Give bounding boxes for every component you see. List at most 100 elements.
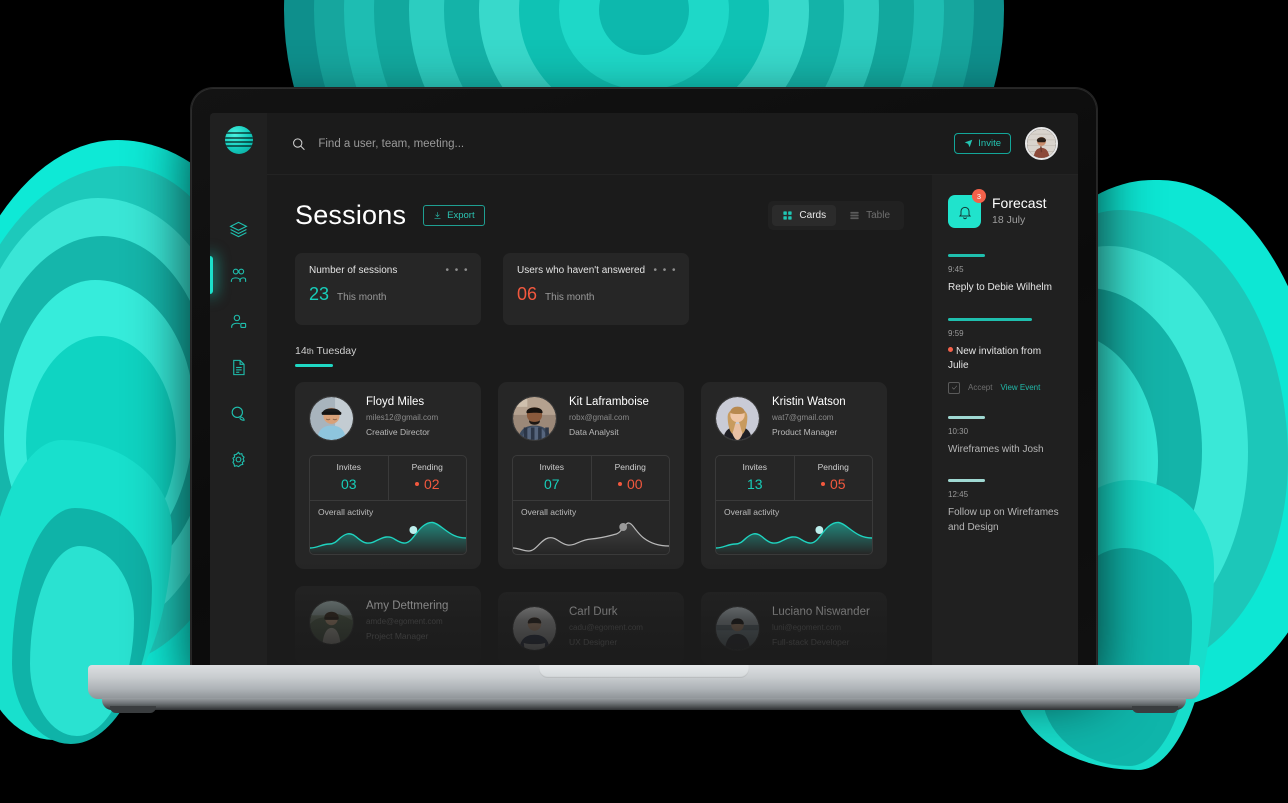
avatar-carl-image bbox=[513, 607, 556, 650]
forecast-event[interactable]: 12:45 Follow up on Wireframes and Design bbox=[948, 479, 1064, 535]
pending-dot-icon bbox=[414, 482, 419, 487]
event-actions: Accept View Event bbox=[948, 381, 1064, 394]
sidebar-item-people[interactable] bbox=[210, 256, 267, 294]
sparkline-marker bbox=[409, 526, 418, 534]
day-underline bbox=[295, 364, 333, 367]
user-metrics: Invites 13 Pending 05 Overall activity bbox=[715, 455, 873, 555]
sidebar-item-settings[interactable] bbox=[210, 447, 267, 471]
search-input[interactable] bbox=[318, 137, 955, 150]
metric-label: Pending bbox=[614, 462, 646, 472]
user-card-grid: Floyd Miles miles12@gmail.com Creative D… bbox=[295, 382, 904, 569]
left-sidebar bbox=[210, 113, 267, 670]
avatar bbox=[309, 396, 354, 441]
event-bar bbox=[948, 317, 1032, 321]
sidebar-item-layers[interactable] bbox=[210, 217, 267, 241]
stat-menu-button[interactable]: • • • bbox=[445, 265, 469, 276]
stat-label: Number of sessions bbox=[309, 265, 398, 276]
stat-value: 06 bbox=[517, 284, 538, 304]
metric-value: 05 bbox=[829, 476, 846, 492]
activity-sparkline bbox=[310, 521, 466, 554]
activity-label: Overall activity bbox=[724, 507, 780, 517]
forecast-event-list: 9:45 Reply to Debie Wilhelm 9:59 New inv… bbox=[948, 254, 1064, 535]
top-bar: Invite bbox=[267, 113, 1078, 175]
event-time: 12:45 bbox=[948, 490, 969, 499]
avatar-kit-image bbox=[513, 397, 556, 440]
user-name: Carl Durk bbox=[569, 606, 618, 618]
activity-label: Overall activity bbox=[318, 507, 374, 517]
metric-pending: Pending 00 bbox=[590, 456, 670, 500]
pending-dot-icon bbox=[617, 482, 622, 487]
user-email: amde@egoment.com bbox=[366, 617, 443, 626]
avatar-floyd-image bbox=[310, 397, 353, 440]
user-card[interactable]: Amy Dettmering amde@egoment.com Project … bbox=[295, 586, 481, 665]
user-role: Project Manager bbox=[366, 631, 429, 641]
view-toggle-table-label: Table bbox=[866, 210, 890, 221]
notifications-button[interactable]: 3 bbox=[948, 189, 986, 228]
invite-button-label: Invite bbox=[978, 138, 1001, 149]
sidebar-item-user-add[interactable] bbox=[210, 309, 267, 333]
user-email: cadu@egoment.com bbox=[569, 623, 643, 632]
laptop-foot-right bbox=[1132, 706, 1178, 713]
event-time: 9:59 bbox=[948, 328, 964, 338]
day-group-label: 14th Tuesday bbox=[295, 345, 904, 357]
view-toggle-table[interactable]: Table bbox=[839, 205, 900, 226]
accept-label[interactable]: Accept bbox=[968, 383, 992, 392]
export-button[interactable]: Export bbox=[423, 205, 485, 226]
user-avatar-image bbox=[1027, 129, 1056, 158]
page-title: Sessions bbox=[295, 200, 407, 230]
sphere-logo-icon[interactable] bbox=[224, 126, 253, 154]
event-text: Follow up on Wireframes and Design bbox=[948, 507, 1059, 533]
metric-value: 03 bbox=[340, 476, 357, 492]
forecast-date: 18 July bbox=[992, 214, 1026, 226]
page-header: Sessions Export Cards Table bbox=[295, 200, 904, 231]
view-event-link[interactable]: View Event bbox=[1000, 383, 1040, 392]
user-card[interactable]: Carl Durk cadu@egoment.com UX Designer bbox=[498, 592, 684, 665]
metric-label: Invites bbox=[742, 462, 768, 472]
user-role: Data Analysit bbox=[569, 427, 619, 437]
metric-label: Invites bbox=[539, 462, 565, 472]
sidebar-item-documents[interactable] bbox=[210, 355, 267, 379]
user-card[interactable]: Kristin Watson wat7@gmail.com Product Ma… bbox=[701, 382, 887, 569]
event-time: 10:30 bbox=[948, 426, 969, 436]
user-role: Full-stack Developer bbox=[772, 637, 850, 647]
metric-pending: Pending 05 bbox=[793, 456, 873, 500]
user-card[interactable]: Luciano Niswander luni@egoment.com Full-… bbox=[701, 592, 887, 665]
forecast-title: Forecast bbox=[992, 195, 1047, 211]
event-text-wrap: New invitation from Julie bbox=[948, 345, 1064, 374]
invite-button[interactable]: Invite bbox=[954, 133, 1011, 154]
event-text: New invitation from Julie bbox=[948, 345, 1042, 372]
metric-label: Invites bbox=[336, 462, 362, 472]
sidebar-item-chat[interactable] bbox=[210, 401, 267, 425]
avatar bbox=[512, 606, 557, 651]
event-text: Reply to Debie Wilhelm bbox=[948, 282, 1052, 293]
metric-invites: Invites 07 bbox=[513, 456, 591, 500]
app-window: Invite bbox=[210, 113, 1078, 670]
forecast-fade-overlay bbox=[932, 580, 1078, 670]
metric-value-wrap: 00 bbox=[592, 476, 670, 492]
metric-value: 00 bbox=[626, 476, 643, 492]
metric-value-wrap: 02 bbox=[389, 476, 467, 492]
stat-menu-button[interactable]: • • • bbox=[653, 265, 677, 276]
forecast-event[interactable]: 9:59 New invitation from Julie Accept Vi… bbox=[948, 317, 1064, 394]
view-toggle-cards[interactable]: Cards bbox=[772, 205, 837, 226]
event-bar bbox=[948, 415, 986, 419]
forecast-event[interactable]: 10:30 Wireframes with Josh bbox=[948, 415, 1064, 458]
avatar-amy-image bbox=[310, 601, 353, 644]
user-card[interactable]: Kit Laframboise robx@gmail.com Data Anal… bbox=[498, 382, 684, 569]
user-card[interactable]: Floyd Miles miles12@gmail.com Creative D… bbox=[295, 382, 481, 569]
user-name: Floyd Miles bbox=[366, 396, 425, 408]
forecast-event[interactable]: 9:45 Reply to Debie Wilhelm bbox=[948, 254, 1064, 296]
avatar[interactable] bbox=[1025, 127, 1058, 160]
view-toggle-cards-label: Cards bbox=[799, 210, 827, 221]
search-icon[interactable] bbox=[291, 136, 306, 152]
accept-checkbox[interactable] bbox=[948, 381, 960, 394]
stat-sub: This month bbox=[337, 292, 387, 303]
event-bar bbox=[948, 479, 986, 482]
forecast-panel: 3 Forecast 18 July 9:45 Reply to Debie W… bbox=[932, 175, 1078, 670]
grid-icon bbox=[783, 211, 793, 220]
stat-card-sessions: Number of sessions • • • 23 This month bbox=[295, 253, 481, 325]
activity-label: Overall activity bbox=[521, 507, 577, 517]
laptop-base-edge bbox=[102, 698, 1186, 710]
stat-sub: This month bbox=[545, 292, 595, 303]
event-text: Wireframes with Josh bbox=[948, 443, 1044, 455]
